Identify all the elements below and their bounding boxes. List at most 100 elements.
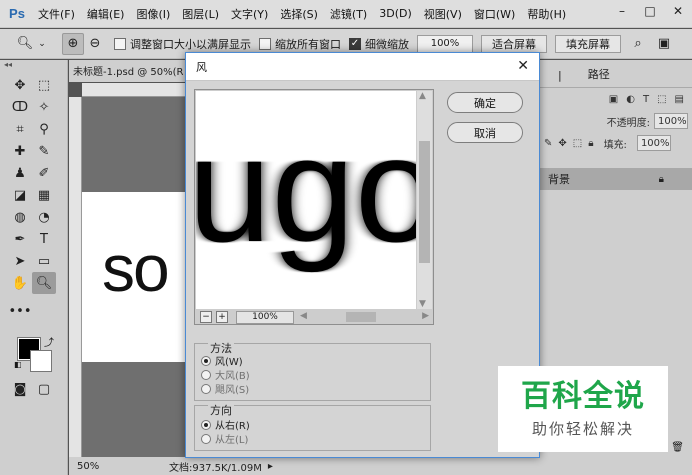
zoom-tool-icon[interactable]: 🔍︎: [32, 272, 56, 294]
preview-horizontal-scrollbar[interactable]: ◀ ▶: [300, 311, 429, 323]
document-canvas[interactable]: so: [82, 192, 187, 362]
zoom-tool-preset-icon[interactable]: 🔍︎: [14, 33, 36, 55]
hand-tool-icon[interactable]: ✋: [8, 272, 32, 294]
opacity-field[interactable]: 100%: [654, 113, 688, 129]
method-blast-radio[interactable]: 大风(B): [201, 367, 250, 382]
type-filter-icon[interactable]: T: [643, 94, 649, 105]
background-color-swatch[interactable]: [30, 350, 52, 372]
direction-from-left-radio[interactable]: 从左(L): [201, 431, 248, 446]
lock-position-icon[interactable]: ✥: [558, 138, 566, 149]
method-stagger-radio[interactable]: 飓风(S): [201, 381, 249, 396]
zoom-out-icon[interactable]: ⊖: [84, 33, 106, 55]
method-wind-radio[interactable]: 风(W): [201, 353, 243, 368]
screen-mode-icon[interactable]: ▢: [32, 378, 56, 400]
eraser-tool-icon[interactable]: ◪: [8, 184, 32, 206]
history-brush-tool-icon[interactable]: ✐: [32, 162, 56, 184]
scroll-up-icon[interactable]: ▲: [419, 91, 426, 101]
marquee-tool-icon[interactable]: ⬚: [32, 74, 56, 96]
preview-vertical-scrollbar[interactable]: ▲ ▼: [417, 91, 432, 309]
gradient-tool-icon[interactable]: ▦: [32, 184, 56, 206]
blur-tool-icon[interactable]: ◍: [8, 206, 32, 228]
document-size-status: 文档:937.5K/1.09M: [169, 462, 262, 474]
tab-paths[interactable]: 路径: [574, 66, 622, 87]
lasso-tool-icon[interactable]: ↀ: [8, 96, 32, 118]
maximize-icon[interactable]: □: [636, 0, 664, 22]
direction-from-right-radio[interactable]: 从右(R): [201, 417, 250, 432]
menu-image[interactable]: 图像(I): [130, 6, 176, 22]
path-selection-tool-icon[interactable]: ➤: [8, 250, 32, 272]
document-tab[interactable]: 未标题-1.psd @ 50%(R: [73, 63, 184, 78]
minimize-icon[interactable]: –: [608, 0, 636, 22]
scroll-right-icon[interactable]: ▶: [422, 311, 429, 321]
stamp-tool-icon[interactable]: ♟: [8, 162, 32, 184]
radio-button: [201, 433, 211, 444]
zoom-value-field[interactable]: 100%: [417, 34, 473, 53]
ok-button[interactable]: 确定: [447, 92, 523, 113]
menu-help[interactable]: 帮助(H): [521, 6, 572, 22]
scroll-thumb[interactable]: [346, 312, 376, 322]
menu-filter[interactable]: 滤镜(T): [324, 6, 373, 22]
lock-all-icon[interactable]: 🔒︎: [588, 138, 593, 149]
more-tools-icon[interactable]: •••: [8, 300, 32, 322]
workspace-icon[interactable]: ▣: [653, 33, 675, 55]
type-tool-icon[interactable]: T: [32, 228, 56, 250]
search-icon[interactable]: ⌕: [627, 33, 649, 55]
menu-3d[interactable]: 3D(D): [373, 7, 418, 20]
smart-object-filter-icon[interactable]: ▤: [675, 94, 684, 105]
zoom-in-button[interactable]: +: [216, 311, 228, 323]
menu-window[interactable]: 窗口(W): [468, 6, 521, 22]
dodge-tool-icon[interactable]: ◔: [32, 206, 56, 228]
canvas-text: so: [102, 231, 170, 305]
menu-select[interactable]: 选择(S): [274, 6, 324, 22]
lock-artboard-icon[interactable]: ⬚: [573, 138, 582, 149]
quick-mask-icon[interactable]: ◙: [8, 378, 32, 400]
scroll-left-icon[interactable]: ◀: [300, 311, 307, 321]
shape-filter-icon[interactable]: ⬚: [657, 94, 666, 105]
zoom-status[interactable]: 50%: [69, 461, 111, 472]
menu-view[interactable]: 视图(V): [418, 6, 468, 22]
lock-pixels-icon[interactable]: ✎: [544, 138, 552, 149]
magic-wand-tool-icon[interactable]: ✧: [32, 96, 56, 118]
close-icon[interactable]: ✕: [517, 58, 529, 74]
resize-windows-checkbox[interactable]: 调整窗口大小以满屏显示: [114, 36, 251, 52]
fill-screen-button[interactable]: 填充屏幕: [555, 34, 621, 53]
zoom-in-icon[interactable]: ⊕: [62, 32, 84, 55]
method-group: 方法 风(W) 大风(B) 飓风(S): [194, 343, 431, 401]
healing-brush-tool-icon[interactable]: ✚: [8, 140, 32, 162]
scroll-down-icon[interactable]: ▼: [419, 299, 426, 309]
chevron-right-icon[interactable]: ▸: [268, 461, 273, 472]
layer-row-background[interactable]: 背景 🔒︎: [538, 168, 692, 190]
layer-filter-row: ▣ ◐ T ⬚ ▤: [538, 88, 692, 110]
brush-tool-icon[interactable]: ✎: [32, 140, 56, 162]
chevron-down-icon[interactable]: ⌄: [36, 33, 48, 55]
filter-preview[interactable]: ugo ugo: [196, 91, 416, 309]
document-tab-bar: 未标题-1.psd @ 50%(R: [69, 60, 187, 82]
cancel-button[interactable]: 取消: [447, 122, 523, 143]
image-filter-icon[interactable]: ▣: [609, 94, 618, 105]
scroll-thumb[interactable]: [419, 141, 430, 263]
pen-tool-icon[interactable]: ✒: [8, 228, 32, 250]
scrubby-zoom-checkbox[interactable]: ✓ 细微缩放: [349, 36, 409, 52]
trash-icon[interactable]: 🗑︎: [671, 442, 684, 453]
canvas-area[interactable]: so: [82, 97, 187, 457]
close-icon[interactable]: ✕: [664, 0, 692, 22]
menu-edit[interactable]: 编辑(E): [81, 6, 131, 22]
rectangle-tool-icon[interactable]: ▭: [32, 250, 56, 272]
zoom-out-button[interactable]: −: [200, 311, 212, 323]
menu-layer[interactable]: 图层(L): [176, 6, 225, 22]
menu-file[interactable]: 文件(F): [32, 6, 81, 22]
watermark: 百科全说 助你轻松解决: [498, 366, 668, 452]
menu-type[interactable]: 文字(Y): [225, 6, 274, 22]
default-colors-icon[interactable]: ◧: [14, 360, 22, 369]
fit-screen-button[interactable]: 适合屏幕: [481, 34, 547, 53]
eyedropper-tool-icon[interactable]: ⚲: [32, 118, 56, 140]
move-tool-icon[interactable]: ✥: [8, 74, 32, 96]
adjustment-filter-icon[interactable]: ◐: [626, 94, 635, 105]
toolbox-grip-icon[interactable]: ◂◂: [0, 60, 67, 74]
swap-colors-icon[interactable]: ⤴: [44, 334, 54, 349]
dialog-titlebar: 风 ✕: [186, 53, 539, 81]
preview-zoom-field[interactable]: 100%: [236, 310, 294, 324]
zoom-all-windows-checkbox[interactable]: 缩放所有窗口: [259, 36, 341, 52]
crop-tool-icon[interactable]: ⌗: [8, 118, 32, 140]
fill-field[interactable]: 100%: [636, 135, 671, 151]
